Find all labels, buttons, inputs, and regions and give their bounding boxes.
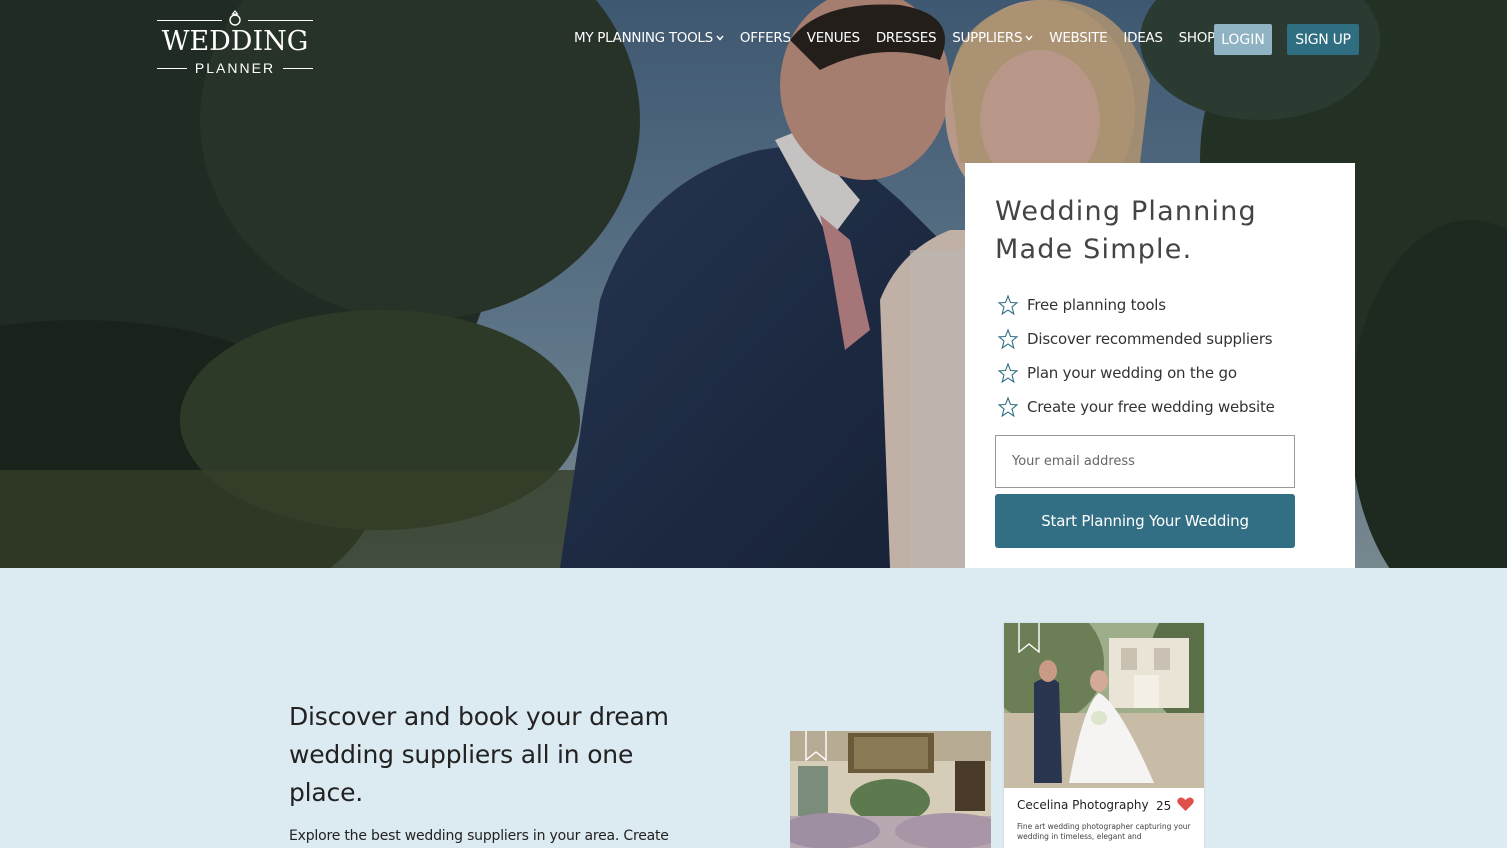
nav-suppliers[interactable]: SUPPLIERS (952, 30, 1033, 46)
chevron-down-icon (1025, 35, 1033, 41)
suppliers-section-title: Discover and book your dream wedding sup… (289, 702, 669, 807)
venue-photo-card[interactable] (790, 731, 991, 848)
signup-button[interactable]: SIGN UP (1287, 24, 1359, 55)
nav-label: MY PLANNING TOOLS (574, 30, 713, 46)
feature-item: Plan your wedding on the go (997, 356, 1275, 390)
nav-label: WEBSITE (1049, 30, 1108, 46)
nav-offers[interactable]: OFFERS (740, 30, 791, 46)
login-button[interactable]: LOGIN (1214, 24, 1272, 55)
nav-label: SUPPLIERS (952, 30, 1023, 46)
signup-card: Wedding Planning Made Simple. Free plann… (965, 163, 1355, 568)
feature-item: Create your free wedding website (997, 390, 1275, 424)
star-icon (997, 362, 1019, 384)
nav-label: DRESSES (875, 30, 937, 46)
nav-label: VENUES (806, 30, 860, 46)
main-nav: MY PLANNING TOOLS OFFERS VENUES DRESSES … (574, 29, 1231, 47)
heart-icon[interactable] (1177, 797, 1194, 812)
star-icon (997, 328, 1019, 350)
nav-ideas[interactable]: IDEAS (1123, 30, 1163, 46)
logo-sub-text: PLANNER (194, 60, 276, 76)
nav-website[interactable]: WEBSITE (1049, 30, 1107, 46)
feature-text: Free planning tools (1027, 296, 1166, 314)
nav-label: IDEAS (1123, 30, 1163, 46)
ring-icon (229, 10, 241, 26)
supplier-name: Cecelina Photography (1017, 798, 1149, 812)
hero-banner: WEDDING PLANNER MY PLANNING TOOLS OFFERS… (0, 0, 1507, 568)
nav-my-planning-tools[interactable]: MY PLANNING TOOLS (574, 30, 724, 46)
bookmark-icon[interactable] (1018, 623, 1040, 653)
feature-list: Free planning tools Discover recommended… (997, 288, 1275, 424)
feature-text: Plan your wedding on the go (1027, 364, 1237, 382)
chevron-down-icon (716, 35, 724, 41)
suppliers-section-text: Explore the best wedding suppliers in yo… (289, 828, 669, 844)
star-icon (997, 294, 1019, 316)
logo-line-right (248, 20, 313, 21)
feature-text: Create your free wedding website (1027, 398, 1275, 416)
supplier-card[interactable]: Cecelina Photography 25 Fine art wedding… (1004, 623, 1204, 848)
logo-main-text: WEDDING (161, 26, 309, 57)
site-logo[interactable]: WEDDING PLANNER (157, 10, 313, 76)
start-planning-button[interactable]: Start Planning Your Wedding (995, 494, 1295, 548)
nav-venues[interactable]: VENUES (807, 30, 860, 46)
nav-label: OFFERS (739, 30, 791, 46)
nav-label: SHOP (1178, 30, 1216, 46)
card-title: Wedding Planning Made Simple. (995, 196, 1257, 265)
bookmark-icon[interactable] (805, 731, 827, 761)
feature-item: Free planning tools (997, 288, 1275, 322)
logo-line-left (157, 20, 222, 21)
supplier-description: Fine art wedding photographer capturing … (1017, 822, 1191, 841)
like-count: 25 (1156, 799, 1172, 813)
feature-text: Discover recommended suppliers (1027, 330, 1273, 348)
nav-dresses[interactable]: DRESSES (875, 30, 937, 46)
feature-item: Discover recommended suppliers (997, 322, 1275, 356)
nav-shop[interactable]: SHOP (1178, 30, 1216, 46)
star-icon (997, 396, 1019, 418)
email-field[interactable] (995, 435, 1295, 488)
